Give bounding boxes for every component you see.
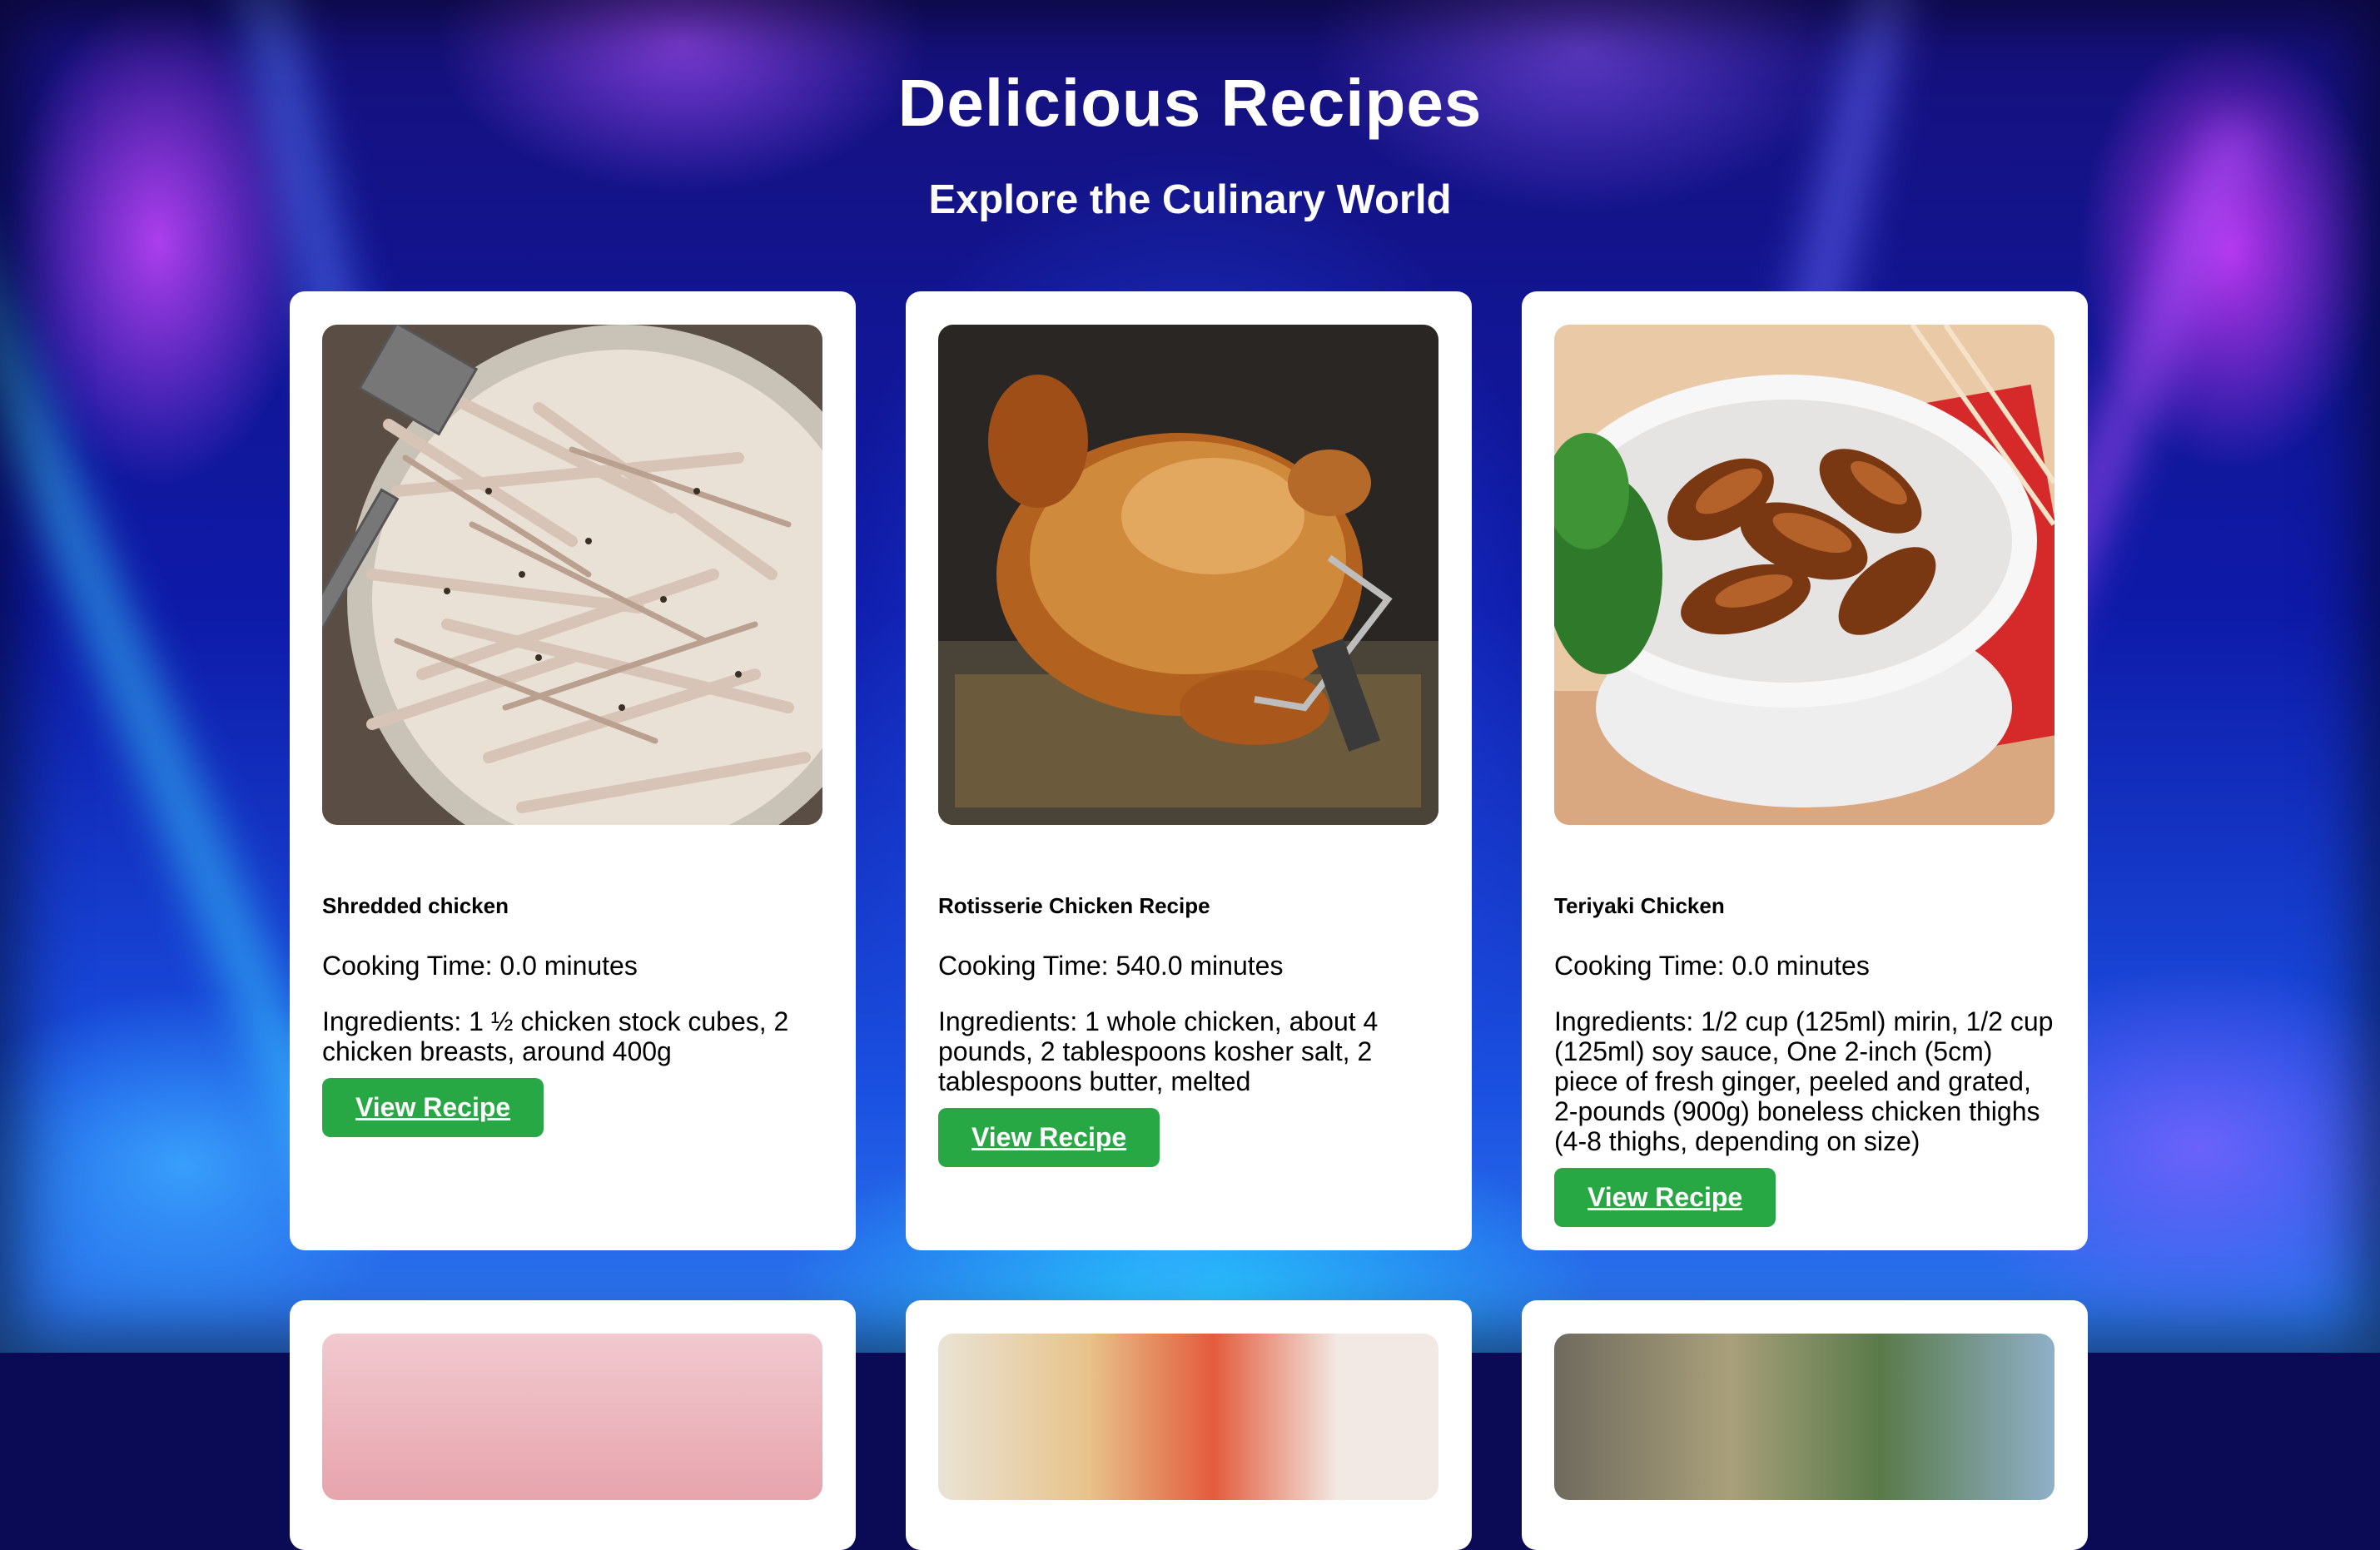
rotisserie-chicken-photo-icon [938, 325, 1438, 825]
cooking-time: Cooking Time: 0.0 minutes [1554, 951, 1870, 981]
recipe-card: Teriyaki Chicken Cooking Time: 0.0 minut… [1522, 291, 2088, 1250]
view-recipe-button[interactable]: View Recipe [1554, 1167, 1776, 1227]
recipe-photo-icon [1554, 1334, 2055, 1500]
ingredients-text: Ingredients: 1 ½ chicken stock cubes, 2 … [322, 1006, 789, 1066]
recipe-card-partial [290, 1300, 856, 1550]
page-subtitle: Explore the Culinary World [928, 177, 1452, 222]
recipe-title: Teriyaki Chicken [1554, 893, 1725, 918]
recipe-card: Shredded chicken Cooking Time: 0.0 minut… [290, 291, 856, 1250]
page-title: Delicious Recipes [897, 66, 1483, 140]
recipe-photo-icon [322, 1334, 822, 1500]
recipe-title: Shredded chicken [322, 893, 509, 918]
teriyaki-chicken-photo-icon [1554, 325, 2055, 825]
view-recipe-button[interactable]: View Recipe [322, 1077, 544, 1137]
view-recipe-button[interactable]: View Recipe [938, 1107, 1160, 1167]
recipe-card-partial [1522, 1300, 2088, 1550]
cooking-time: Cooking Time: 0.0 minutes [322, 951, 638, 981]
recipe-card-partial [906, 1300, 1472, 1550]
shredded-chicken-photo-icon [322, 325, 822, 825]
recipe-card: Rotisserie Chicken Recipe Cooking Time: … [906, 291, 1472, 1250]
ingredients-text: Ingredients: 1/2 cup (125ml) mirin, 1/2 … [1554, 1006, 2054, 1156]
recipe-photo-icon [938, 1334, 1438, 1500]
recipe-title: Rotisserie Chicken Recipe [938, 893, 1210, 918]
cooking-time: Cooking Time: 540.0 minutes [938, 951, 1284, 981]
ingredients-text: Ingredients: 1 whole chicken, about 4 po… [938, 1006, 1379, 1096]
